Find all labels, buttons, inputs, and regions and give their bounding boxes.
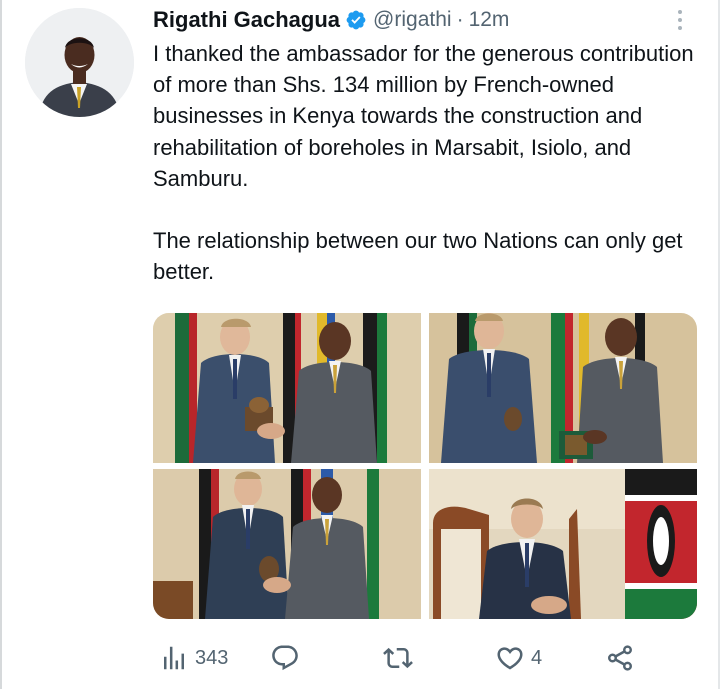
retweet-icon bbox=[383, 643, 413, 673]
tweet-header: Rigathi Gachagua @rigathi · 12m bbox=[153, 6, 509, 34]
more-options-icon[interactable] bbox=[664, 4, 696, 36]
photo-seated-ambassador[interactable] bbox=[429, 469, 697, 619]
tweet-timestamp[interactable]: 12m bbox=[469, 8, 510, 32]
author-avatar[interactable] bbox=[25, 8, 134, 117]
photo-handover-gift[interactable] bbox=[429, 313, 697, 463]
views-button[interactable]: 343 bbox=[159, 640, 228, 676]
views-count: 343 bbox=[195, 646, 229, 669]
photo-handshake-gift[interactable] bbox=[153, 313, 421, 463]
reply-icon bbox=[270, 643, 300, 673]
header-separator: · bbox=[456, 8, 464, 31]
author-handle[interactable]: @rigathi bbox=[373, 8, 452, 32]
likes-count: 4 bbox=[531, 646, 543, 669]
photo-exchange-gift[interactable] bbox=[153, 469, 421, 619]
like-button[interactable]: 4 bbox=[495, 640, 542, 676]
reply-button[interactable] bbox=[270, 640, 306, 676]
timeline-border-left bbox=[0, 0, 2, 689]
tweet-text: I thanked the ambassador for the generou… bbox=[153, 41, 694, 285]
retweet-button[interactable] bbox=[383, 640, 419, 676]
share-icon bbox=[605, 643, 635, 673]
tweet-actions: 343 4 bbox=[153, 640, 653, 676]
views-icon bbox=[159, 643, 189, 673]
like-icon bbox=[495, 643, 525, 673]
author-name[interactable]: Rigathi Gachagua bbox=[153, 7, 340, 33]
share-button[interactable] bbox=[605, 640, 635, 676]
tweet-media-grid bbox=[153, 313, 697, 619]
verified-badge-icon bbox=[345, 9, 367, 31]
